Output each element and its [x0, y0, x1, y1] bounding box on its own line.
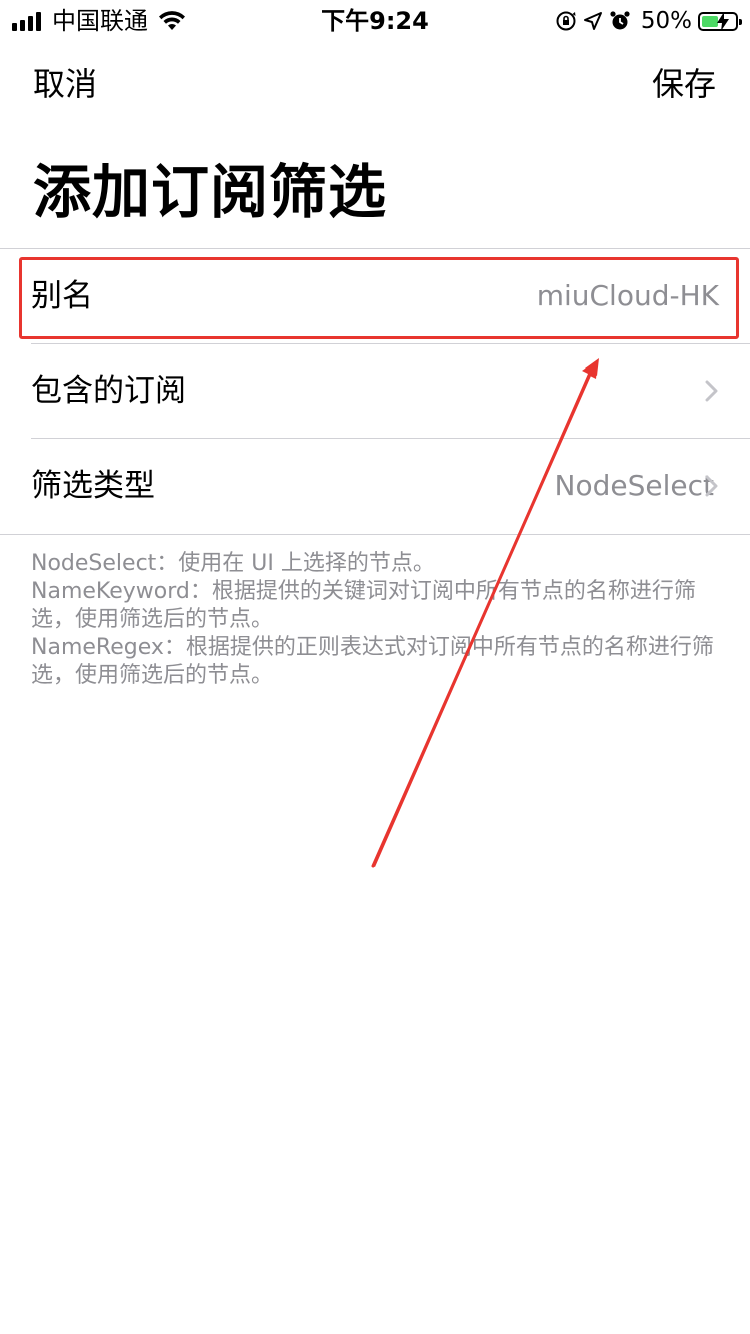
- add-subscription-filter-screen: 中国联通 下午9:24 50% 取消 保存 添加订阅筛选 别名 miuCloud…: [0, 0, 750, 1334]
- red-arrow-annotation: [371, 358, 599, 868]
